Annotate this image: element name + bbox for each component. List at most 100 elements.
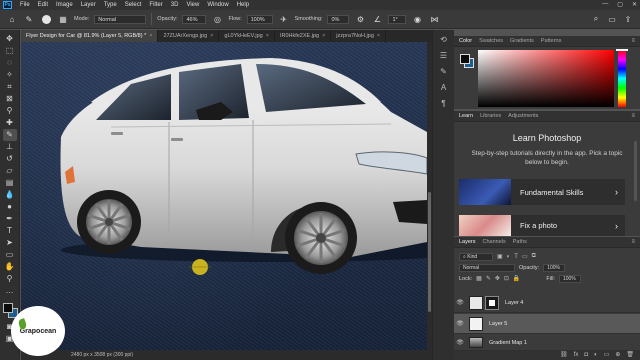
frame-tool-icon[interactable]: ⊠ [3,93,17,105]
home-icon[interactable]: ⌂ [6,13,18,25]
pixel-filter-icon[interactable]: ▣ [497,253,503,260]
symmetry-icon[interactable]: ⋈ [428,13,440,25]
type-tool-icon[interactable]: T [3,225,17,237]
blend-mode-select[interactable]: Normal [459,263,515,272]
menu-window[interactable]: Window [203,2,232,8]
learn-scrollbar[interactable] [634,141,637,201]
shape-filter-icon[interactable]: ▭ [522,253,528,260]
adjustment-layer-icon[interactable]: ◐ [594,351,598,360]
eraser-tool-icon[interactable]: ▱ [3,165,17,177]
eye-icon[interactable]: 👁 [454,320,466,327]
new-layer-icon[interactable]: ⊕ [615,351,620,360]
menu-file[interactable]: File [16,2,34,8]
menu-select[interactable]: Select [121,2,146,8]
menu-edit[interactable]: Edit [34,2,52,8]
panel-menu-icon[interactable]: ≡ [631,38,635,44]
color-picker-field[interactable] [478,50,614,107]
learn-card-fundamental-skills[interactable]: Fundamental Skills › [459,179,625,205]
menu-view[interactable]: View [182,2,203,8]
brush-preset-icon[interactable] [40,13,52,25]
pen-tool-icon[interactable]: ✒ [3,213,17,225]
lock-move-icon[interactable]: ✥ [495,275,500,282]
link-layers-icon[interactable]: ⛓ [560,351,568,360]
pressure-size-icon[interactable]: ◉ [411,13,423,25]
layer-kind-filter[interactable]: ⌕ Kind [459,252,493,261]
history-icon[interactable]: ⟲ [438,34,450,46]
brush-settings-panel-icon[interactable]: ✎ [438,66,450,78]
layer-mask-thumbnail[interactable] [485,295,499,310]
add-mask-icon[interactable]: ◘ [584,351,588,360]
marquee-tool-icon[interactable]: ⬚ [3,45,17,57]
smoothing-field[interactable]: 0% [327,14,350,24]
tab-learn[interactable]: Learn [459,113,473,119]
lasso-tool-icon[interactable]: ◌ [3,57,17,69]
eye-icon[interactable]: 👁 [454,339,466,346]
smoothing-settings-icon[interactable]: ⚙ [354,13,366,25]
paragraph-icon[interactable]: ¶ [438,98,450,110]
scrollbar-thumb[interactable] [428,192,431,312]
tab-image-1[interactable]: 27ZUArXengp.jpg × [158,30,220,42]
path-select-tool-icon[interactable]: ➤ [3,237,17,249]
eyedropper-tool-icon[interactable]: ⚲ [3,105,17,117]
close-tab-icon[interactable]: × [377,33,380,39]
close-tab-icon[interactable]: × [322,33,325,39]
share-icon[interactable]: ⇪ [622,13,634,25]
hand-tool-icon[interactable]: ✋ [3,261,17,273]
maximize-icon[interactable]: ▢ [617,1,623,8]
tab-image-2[interactable]: gL0YkHeEV.jpg × [219,30,275,42]
close-tab-icon[interactable]: × [266,33,269,39]
layer-row-gradient-map-1[interactable]: 👁 Gradient Map 1 [454,335,640,351]
document-canvas[interactable] [21,42,427,350]
tab-paths[interactable]: Paths [513,239,527,245]
menu-type[interactable]: Type [100,2,121,8]
tab-image-4[interactable]: jzzpra7NoH.jpg × [331,30,387,42]
workspace-icon[interactable]: ▭ [606,13,618,25]
tab-adjustments[interactable]: Adjustments [508,113,538,119]
layer-opacity-field[interactable]: 100% [543,263,566,272]
panel-menu-icon[interactable]: ≡ [631,239,635,245]
hue-slider[interactable] [618,50,626,107]
quick-select-tool-icon[interactable]: ✧ [3,69,17,81]
blur-tool-icon[interactable]: 💧 [3,189,17,201]
gradient-tool-icon[interactable]: ▤ [3,177,17,189]
tab-patterns[interactable]: Patterns [541,38,561,44]
mode-select[interactable]: Normal [94,14,147,24]
foreground-color-swatch[interactable] [2,303,13,313]
layer-row-layer-4[interactable]: 👁 Layer 4 [454,293,640,313]
eye-icon[interactable]: 👁 [454,299,466,306]
dodge-tool-icon[interactable]: ● [3,201,17,213]
close-tab-icon[interactable]: × [210,33,213,39]
clone-stamp-tool-icon[interactable]: ⊥ [3,141,17,153]
tab-channels[interactable]: Channels [483,239,506,245]
type-filter-icon[interactable]: T [514,254,518,260]
adjustment-filter-icon[interactable]: ◐ [507,254,511,260]
properties-icon[interactable]: ☰ [438,50,450,62]
hue-slider-marker[interactable] [616,49,628,51]
new-group-icon[interactable]: ▭ [604,351,610,360]
menu-3d[interactable]: 3D [167,2,183,8]
airbrush-icon[interactable]: ✈ [278,13,290,25]
history-brush-tool-icon[interactable]: ↺ [3,153,17,165]
more-tools-icon[interactable]: … [3,285,17,297]
lock-transparency-icon[interactable]: ▦ [476,275,482,282]
shape-tool-icon[interactable]: ▭ [3,249,17,261]
lock-brush-icon[interactable]: ✎ [486,275,491,282]
tab-gradients[interactable]: Gradients [510,38,534,44]
pressure-opacity-icon[interactable]: ◎ [211,13,223,25]
minimize-icon[interactable]: — [602,1,608,8]
menu-filter[interactable]: Filter [145,2,166,8]
tab-image-3[interactable]: IR0Hkfe2XE.jpg × [275,30,332,42]
lock-artboard-icon[interactable]: ⊡ [504,275,509,282]
tab-libraries[interactable]: Libraries [480,113,501,119]
zoom-tool-icon[interactable]: ⚲ [3,273,17,285]
brush-settings-icon[interactable]: ▦ [57,13,69,25]
search-icon[interactable]: ⌕ [590,13,602,25]
tab-color[interactable]: Color [459,38,472,44]
lock-all-icon[interactable]: 🔒 [513,275,520,282]
angle-icon[interactable]: ∠ [371,13,383,25]
close-tab-icon[interactable]: × [149,33,152,39]
menu-image[interactable]: Image [52,2,77,8]
flow-field[interactable]: 100% [246,14,273,24]
character-icon[interactable]: A [438,82,450,94]
opacity-field[interactable]: 46% [182,14,207,24]
